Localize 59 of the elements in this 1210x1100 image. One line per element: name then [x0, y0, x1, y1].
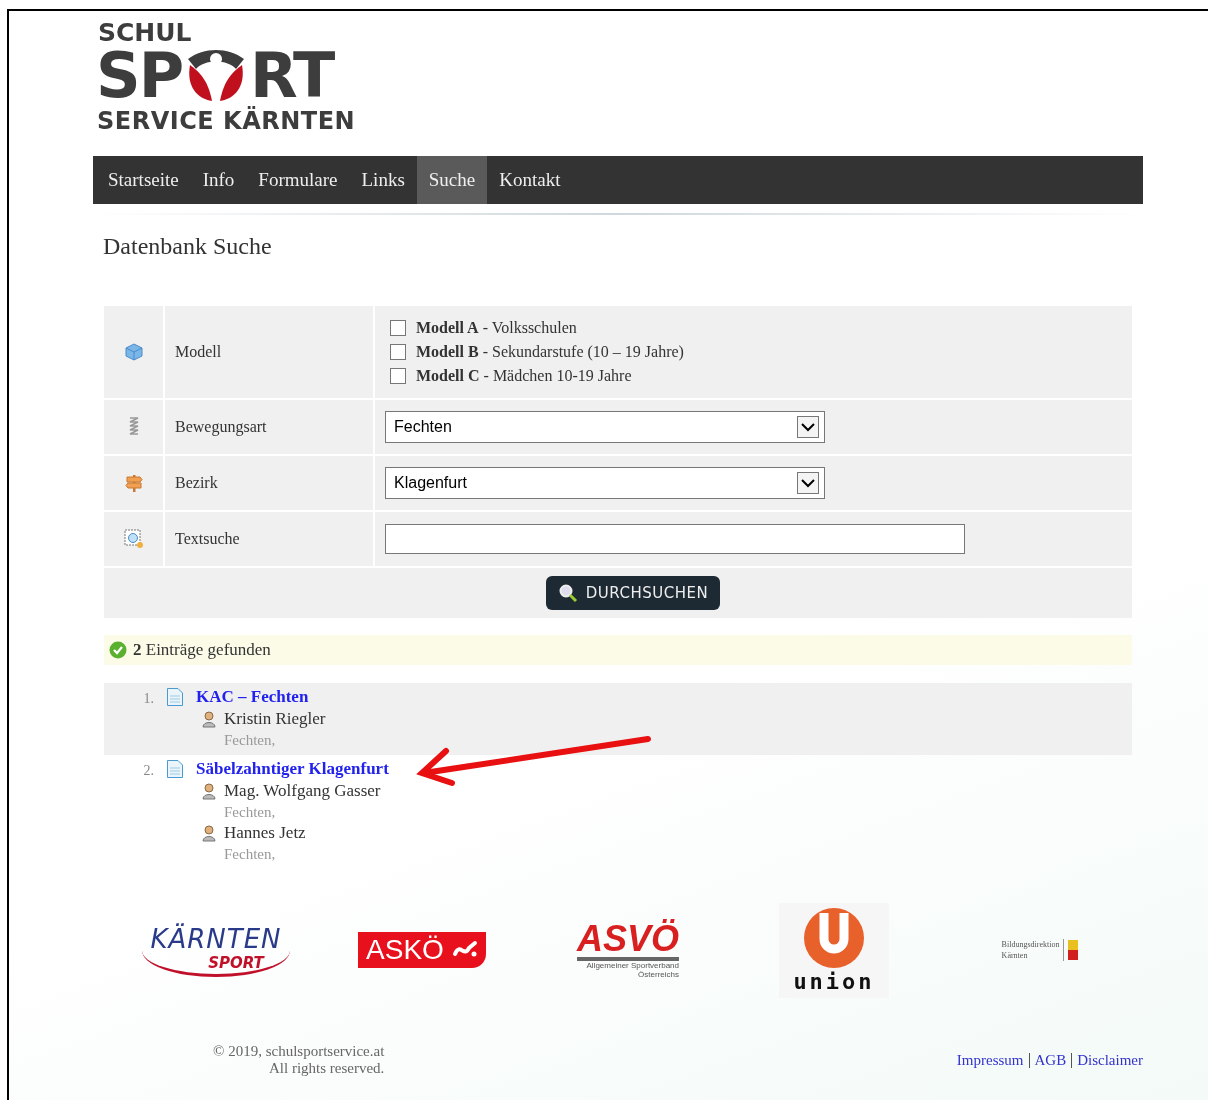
- checkbox[interactable]: [390, 320, 406, 336]
- field-label: Modell: [165, 306, 375, 398]
- caret-icon: [797, 416, 819, 438]
- document-icon: [166, 687, 184, 707]
- person-icon: [202, 824, 216, 842]
- sport-tags: Fechten,: [202, 845, 1132, 863]
- option-label: Modell A - Volksschulen: [416, 319, 577, 337]
- contact-name: Hannes Jetz: [224, 823, 306, 843]
- field-label: Bezirk: [165, 456, 375, 510]
- footer-link[interactable]: AGB: [1028, 1052, 1072, 1068]
- result-count-text: 2 Einträge gefunden: [133, 640, 271, 660]
- search-icon: [557, 583, 578, 603]
- sport-tags: Fechten,: [202, 731, 1132, 749]
- nav-tab[interactable]: Startseite: [96, 156, 191, 204]
- option-label: Modell C - Mädchen 10-19 Jahre: [416, 367, 632, 385]
- logo-text: RT: [250, 47, 334, 105]
- search-button[interactable]: DURCHSUCHEN: [545, 576, 721, 610]
- person-icon: [202, 782, 216, 800]
- footer-link[interactable]: Disclaimer: [1071, 1052, 1143, 1068]
- footer-link[interactable]: Impressum: [951, 1052, 1029, 1068]
- nav-tab[interactable]: Suche: [416, 156, 488, 204]
- logo-text: SERVICE KÄRNTEN: [96, 105, 357, 137]
- nav-tab[interactable]: Kontakt: [487, 156, 573, 204]
- result-number: 1.: [142, 690, 155, 708]
- checkbox[interactable]: [390, 344, 406, 360]
- logo-text: SCHUL: [97, 19, 193, 47]
- contact-name: Mag. Wolfgang Gasser: [224, 781, 381, 801]
- checkbox[interactable]: [390, 368, 406, 384]
- signpost-icon: [123, 473, 144, 493]
- contact-name: Kristin Riegler: [224, 709, 326, 729]
- nav-tab[interactable]: Links: [349, 156, 417, 204]
- field-label: Bewegungsart: [165, 400, 375, 454]
- page-heading: Datenbank Suche: [103, 233, 273, 260]
- nav-tab[interactable]: Info: [190, 156, 247, 204]
- sponsor-logo: union: [779, 902, 889, 998]
- sponsor-logo: KÄRNTEN SPORT: [142, 923, 290, 977]
- sponsor-logo: ASKÖ: [358, 932, 486, 968]
- nav-tab[interactable]: Formulare: [246, 156, 350, 204]
- dropdown[interactable]: Fechten: [385, 411, 825, 443]
- result-link[interactable]: Säbelzahntiger Klagenfurt: [196, 759, 389, 779]
- result-number: 2.: [142, 762, 155, 780]
- document-icon: [166, 759, 184, 779]
- search-icon: [123, 529, 144, 549]
- copyright-text: © 2019, schulsportservice.at: [213, 1043, 385, 1060]
- sponsor-logo: ASVÖ Allgemeiner Sportverband Österreichs: [577, 921, 679, 979]
- dropdown[interactable]: Klagenfurt: [385, 467, 825, 499]
- sport-tags: Fechten,: [202, 803, 1132, 821]
- person-icon: [202, 710, 216, 728]
- sponsor-logo: Bildungsdirektion Kärnten: [1001, 939, 1079, 961]
- caret-icon: [797, 472, 819, 494]
- search-field[interactable]: [385, 524, 965, 554]
- field-label: Textsuche: [165, 512, 375, 566]
- option-label: Modell B - Sekundarstufe (10 – 19 Jahre): [416, 343, 684, 361]
- cube-icon: [123, 342, 144, 362]
- result-link[interactable]: KAC – Fechten: [196, 687, 309, 707]
- logo-text: SP: [96, 47, 183, 105]
- checkmark-icon: [109, 641, 127, 659]
- spring-icon: [127, 416, 140, 438]
- copyright-text: All rights reserved.: [267, 1060, 385, 1077]
